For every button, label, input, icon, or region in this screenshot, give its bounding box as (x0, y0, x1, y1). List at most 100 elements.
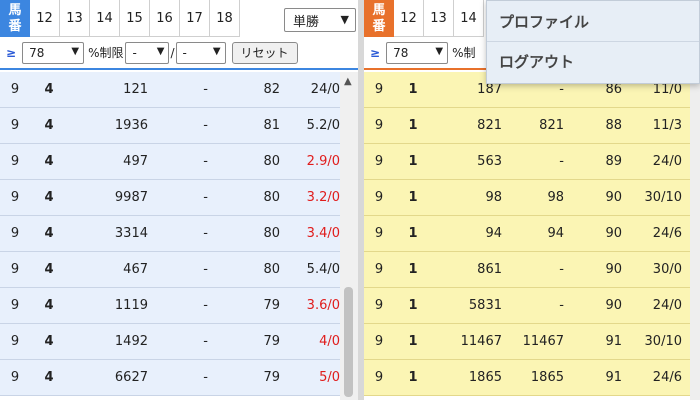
horse-number-header[interactable]: 12 (30, 0, 60, 37)
table-row[interactable]: 9 4 121 - 82 24/0 (0, 72, 340, 108)
scroll-up-icon[interactable]: ▲ (344, 76, 352, 87)
table-row[interactable]: 9 4 1492 - 79 4/0 (0, 324, 340, 360)
odds-cell: 5.2/0 (306, 118, 340, 133)
race-number-cell: 9 (374, 154, 384, 169)
menu-item-logout[interactable]: ログアウト (487, 41, 699, 81)
race-number-cell: 9 (374, 118, 384, 133)
range-separator: / (170, 45, 175, 60)
bet-type-select[interactable]: 単勝 ▼ (284, 8, 356, 32)
race-number-cell: 9 (374, 334, 384, 349)
scroll-thumb[interactable] (344, 287, 353, 397)
table-row[interactable]: 9 1 94 94 90 24/6 (364, 216, 700, 252)
umaban-header[interactable]: 馬 番 (0, 0, 30, 37)
popularity-cell: 6627 (114, 370, 148, 385)
odds-cell: 3.4/0 (306, 226, 340, 241)
frame-number-cell: 1 (408, 334, 418, 349)
table-row[interactable]: 9 4 6627 - 79 5/0 (0, 360, 340, 396)
popularity-cell: 187 (477, 82, 502, 97)
frame-number-cell: 4 (44, 334, 54, 349)
amount-cell: - (559, 154, 564, 169)
amount-cell: - (559, 298, 564, 313)
odds-cell: 24/0 (310, 82, 340, 97)
horse-number-header[interactable]: 13 (60, 0, 90, 37)
percent-threshold-value: 78 (393, 45, 409, 60)
min-select-value: - (132, 45, 137, 60)
race-number-cell: 9 (374, 190, 384, 205)
popularity-cell: 861 (477, 262, 502, 277)
popularity-cell: 94 (485, 226, 502, 241)
bet-type-value: 単勝 (293, 14, 320, 30)
rate-cell: 80 (263, 190, 280, 205)
race-number-cell: 9 (10, 262, 20, 277)
left-header-row: 馬 番 12 13 14 15 16 17 18 (0, 0, 240, 37)
percent-threshold-select[interactable]: 78 ▼ (22, 41, 85, 64)
percent-limit-label: %制 (452, 46, 476, 60)
max-select-value: - (182, 45, 187, 60)
rate-cell: 81 (263, 118, 280, 133)
reset-button[interactable]: リセット (231, 41, 298, 64)
table-row[interactable]: 9 1 563 - 89 24/0 (364, 144, 700, 180)
chevron-down-icon: ▼ (71, 45, 80, 57)
umaban-label-top: 馬 (8, 2, 22, 18)
amount-cell: - (203, 298, 208, 313)
rate-cell: 82 (263, 82, 280, 97)
rate-cell: 79 (263, 334, 280, 349)
table-row[interactable]: 9 1 98 98 90 30/10 (364, 180, 700, 216)
horse-number-header[interactable]: 16 (150, 0, 180, 37)
frame-number-cell: 4 (44, 298, 54, 313)
popularity-cell: 563 (477, 154, 502, 169)
rate-cell: 88 (605, 118, 622, 133)
race-number-cell: 9 (10, 298, 20, 313)
rate-cell: 91 (605, 370, 622, 385)
chevron-down-icon: ▼ (435, 45, 444, 57)
odds-cell: 11/3 (652, 118, 682, 133)
race-number-cell: 9 (10, 370, 20, 385)
table-row[interactable]: 9 1 861 - 90 30/0 (364, 252, 700, 288)
umaban-header[interactable]: 馬 番 (364, 0, 394, 37)
table-row[interactable]: 9 1 11467 11467 91 30/10 (364, 324, 700, 360)
menu-item-profile[interactable]: プロファイル (487, 1, 699, 41)
frame-number-cell: 1 (408, 262, 418, 277)
popularity-cell: 1865 (468, 370, 502, 385)
amount-cell: - (203, 190, 208, 205)
left-scrollbar[interactable]: ▲ (340, 72, 358, 400)
greater-equal-icon: ≥ (370, 45, 381, 60)
frame-number-cell: 1 (408, 82, 418, 97)
horse-number-header[interactable]: 14 (454, 0, 484, 37)
race-number-cell: 9 (10, 334, 20, 349)
horse-number-header[interactable]: 17 (180, 0, 210, 37)
race-number-cell: 9 (374, 262, 384, 277)
right-scrollbar[interactable] (690, 60, 700, 400)
horse-number-header[interactable]: 15 (120, 0, 150, 37)
horse-number-header[interactable]: 13 (424, 0, 454, 37)
frame-number-cell: 4 (44, 226, 54, 241)
horse-number-header[interactable]: 12 (394, 0, 424, 37)
percent-threshold-select[interactable]: 78 ▼ (386, 41, 449, 64)
table-row[interactable]: 9 4 9987 - 80 3.2/0 (0, 180, 340, 216)
min-select[interactable]: - ▼ (125, 41, 170, 64)
horse-number-header[interactable]: 14 (90, 0, 120, 37)
odds-cell: 11/0 (652, 82, 682, 97)
odds-cell: 24/0 (652, 154, 682, 169)
table-row[interactable]: 9 1 1865 1865 91 24/6 (364, 360, 700, 396)
frame-number-cell: 4 (44, 262, 54, 277)
table-row[interactable]: 9 1 821 821 88 11/3 (364, 108, 700, 144)
amount-cell: - (203, 82, 208, 97)
frame-number-cell: 4 (44, 190, 54, 205)
left-filter-bar: ≥ 78 ▼ %制限 - ▼ / - ▼ リセット (0, 37, 360, 70)
table-row[interactable]: 9 4 467 - 80 5.4/0 (0, 252, 340, 288)
table-row[interactable]: 9 4 1936 - 81 5.2/0 (0, 108, 340, 144)
max-select[interactable]: - ▼ (175, 41, 226, 64)
table-row[interactable]: 9 1 5831 - 90 24/0 (364, 288, 700, 324)
rate-cell: 91 (605, 334, 622, 349)
odds-cell: 3.6/0 (306, 298, 340, 313)
table-row[interactable]: 9 4 497 - 80 2.9/0 (0, 144, 340, 180)
frame-number-cell: 4 (44, 118, 54, 133)
popularity-cell: 5831 (468, 298, 502, 313)
amount-cell: 94 (547, 226, 564, 241)
umaban-label-bottom: 番 (8, 18, 22, 34)
rate-cell: 90 (605, 190, 622, 205)
table-row[interactable]: 9 4 3314 - 80 3.4/0 (0, 216, 340, 252)
table-row[interactable]: 9 4 1119 - 79 3.6/0 (0, 288, 340, 324)
horse-number-header[interactable]: 18 (210, 0, 240, 37)
